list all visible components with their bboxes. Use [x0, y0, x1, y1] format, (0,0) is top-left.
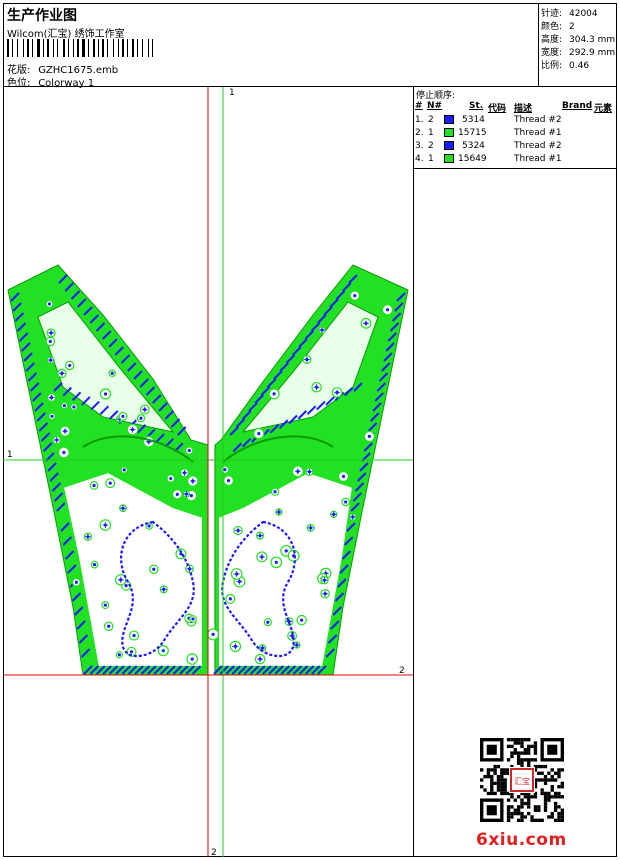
- row-index: 3.: [415, 141, 424, 151]
- studio-subtitle: Wilcom(汇宝) 绣饰工作室: [7, 29, 125, 40]
- width-value: 292.9 mm: [569, 48, 616, 58]
- colors-label: 颜色:: [541, 22, 563, 32]
- stitches-row: 针迹: 42004: [541, 6, 598, 19]
- side-divider: [413, 169, 414, 857]
- design-info-panel: 针迹: 42004 颜色: 2 高度: 304.3 mm 宽度: 292.9 mm 比例…: [539, 3, 617, 87]
- row-code: 5324: [462, 141, 485, 151]
- axis-label-green-vertical: 1: [229, 88, 235, 98]
- row-description: Thread #1: [514, 128, 562, 138]
- stitches-value: 42004: [569, 9, 598, 19]
- colors-value: 2: [569, 22, 575, 32]
- stitches-label: 针迹:: [541, 9, 563, 19]
- row-color-swatch: [444, 115, 454, 124]
- row-description: Thread #2: [514, 115, 562, 125]
- row-color-swatch: [444, 154, 454, 163]
- height-row: 高度: 304.3 mm: [541, 32, 615, 45]
- seal-stamp: 汇宝: [509, 767, 535, 793]
- row-description: Thread #1: [514, 154, 562, 164]
- row-needle: 1: [428, 154, 434, 164]
- row-needle: 1: [428, 128, 434, 138]
- scale-label: 比例:: [541, 61, 563, 71]
- page-title: 生产作业图: [7, 8, 77, 24]
- stop-sequence-panel: 停止顺序: # N# St. 代码 描述 Brand 元素 1. 2 5314 …: [413, 87, 617, 169]
- svg-text:汇宝: 汇宝: [514, 776, 530, 786]
- col-header-st: St.: [469, 101, 484, 111]
- axis-label-red-horizontal: 2: [399, 666, 405, 676]
- watermark-logo: 6xiu.com: [476, 830, 567, 850]
- row-code: 5314: [462, 115, 485, 125]
- scale-value: 0.46: [569, 61, 590, 71]
- embroidery-design-canvas: 1 1 2 2: [3, 87, 413, 857]
- barcode: [7, 39, 153, 57]
- row-index: 1.: [415, 115, 424, 125]
- qr-code: 汇宝: [480, 738, 564, 822]
- col-header-code: 代码: [488, 104, 507, 114]
- row-index: 4.: [415, 154, 424, 164]
- axis-label-green-horizontal: 1: [7, 450, 13, 460]
- height-label: 高度:: [541, 35, 563, 45]
- col-header-element: 元素: [594, 104, 613, 114]
- col-header-desc: 描述: [514, 104, 533, 114]
- row-code: 15715: [458, 128, 487, 138]
- col-header-index: #: [415, 101, 423, 111]
- scale-row: 比例: 0.46: [541, 58, 589, 71]
- axis-label-red-vertical: 2: [211, 848, 217, 857]
- header-panel: 生产作业图 Wilcom(汇宝) 绣饰工作室 花版: GZHC1675.emb …: [3, 3, 539, 89]
- width-row: 宽度: 292.9 mm: [541, 45, 615, 58]
- height-value: 304.3 mm: [569, 35, 616, 45]
- width-label: 宽度:: [541, 48, 563, 58]
- row-index: 2.: [415, 128, 424, 138]
- row-code: 15649: [458, 154, 487, 164]
- colors-row: 颜色: 2: [541, 19, 575, 32]
- row-color-swatch: [444, 141, 454, 150]
- stop-sequence-title: 停止顺序:: [416, 91, 456, 101]
- row-needle: 2: [428, 115, 434, 125]
- row-needle: 2: [428, 141, 434, 151]
- row-description: Thread #2: [514, 141, 562, 151]
- col-header-num: N#: [427, 101, 443, 111]
- col-header-brand: Brand: [562, 101, 593, 111]
- row-color-swatch: [444, 128, 454, 137]
